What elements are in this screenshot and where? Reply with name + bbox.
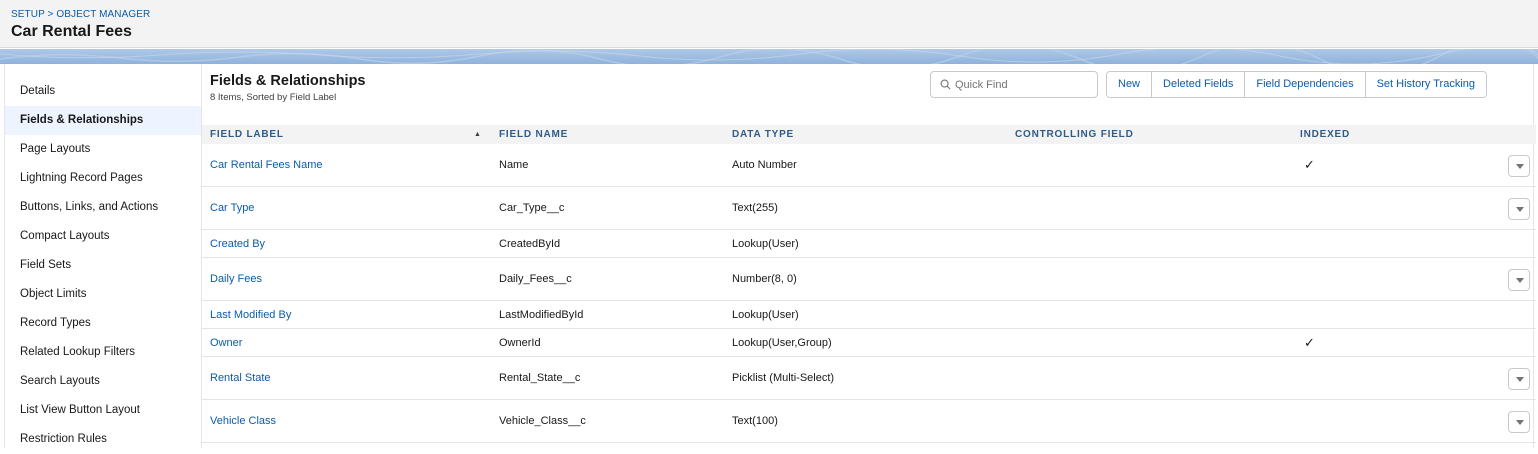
field-data-type: Text(100) (732, 415, 778, 427)
page-title: Car Rental Fees (11, 23, 132, 40)
chevron-down-icon (1516, 206, 1524, 212)
quick-find-search[interactable] (930, 71, 1098, 98)
chevron-down-icon (1516, 277, 1524, 283)
table-row: Car Type Car_Type__c Text(255) (202, 187, 1536, 230)
sidebar-item-fields-relationships[interactable]: Fields & Relationships (5, 106, 201, 135)
field-api-name: OwnerId (499, 336, 541, 349)
sidebar-item-buttons-links-and-actions[interactable]: Buttons, Links, and Actions (5, 193, 201, 222)
field-label-link[interactable]: Created By (210, 230, 265, 257)
sidebar-item-related-lookup-filters[interactable]: Related Lookup Filters (5, 338, 201, 367)
field-label-link[interactable]: Car Rental Fees Name (210, 144, 323, 186)
deleted-fields-button[interactable]: Deleted Fields (1152, 72, 1246, 97)
sidebar-item-page-layouts[interactable]: Page Layouts (5, 135, 201, 164)
field-api-name: Rental_State__c (499, 372, 581, 384)
action-button-group: New Deleted Fields Field Dependencies Set H… (1106, 71, 1487, 98)
column-header-field-label[interactable]: FIELD LABEL (210, 125, 284, 144)
field-data-type: Auto Number (732, 159, 797, 171)
row-actions-button[interactable] (1508, 268, 1530, 291)
table-row: Rental State Rental_State__c Picklist (Mul… (202, 357, 1536, 400)
section-subtitle: 8 Items, Sorted by Field Label (210, 92, 337, 103)
section-title: Fields & Relationships (210, 73, 366, 89)
row-actions-button[interactable] (1508, 154, 1530, 177)
new-button[interactable]: New (1107, 72, 1153, 97)
table-row: Vehicle Class Vehicle_Class__c Text(100) (202, 400, 1536, 443)
field-api-name: CreatedById (499, 237, 561, 250)
sidebar-item-object-limits[interactable]: Object Limits (5, 280, 201, 309)
field-api-name: Car_Type__c (499, 202, 565, 214)
field-label-link[interactable]: Owner (210, 329, 242, 356)
decorative-banner (0, 49, 1538, 64)
row-actions-button[interactable] (1508, 367, 1530, 390)
search-icon (940, 79, 951, 90)
field-data-type: Lookup(User) (732, 237, 799, 250)
table-row: Last Modified By LastModifiedById Lookup(U… (202, 301, 1536, 329)
field-label-link[interactable]: Rental State (210, 357, 271, 399)
field-dependencies-button[interactable]: Field Dependencies (1245, 72, 1366, 97)
field-label-link[interactable]: Car Type (210, 187, 254, 229)
set-history-tracking-button[interactable]: Set History Tracking (1365, 72, 1486, 97)
indexed-check-icon: ✓ (1304, 334, 1315, 350)
table-header: FIELD LABEL ▲ FIELD NAME DATA TYPE CONTR… (202, 125, 1536, 144)
field-label-link[interactable]: Daily Fees (210, 258, 262, 300)
field-data-type: Lookup(User,Group) (732, 336, 832, 349)
column-header-data-type[interactable]: DATA TYPE (732, 125, 794, 144)
fields-panel: Fields & Relationships 8 Items, Sorted b… (201, 64, 1536, 448)
table-row: Created By CreatedById Lookup(User) (202, 230, 1536, 258)
table-row: Daily Fees Daily_Fees__c Number(8, 0) (202, 258, 1536, 301)
breadcrumb[interactable]: SETUP > OBJECT MANAGER (11, 9, 1527, 20)
column-header-controlling-field[interactable]: CONTROLLING FIELD (1015, 125, 1134, 144)
sidebar-item-restriction-rules[interactable]: Restriction Rules (5, 425, 201, 454)
sidebar-item-lightning-record-pages[interactable]: Lightning Record Pages (5, 164, 201, 193)
table-row: Car Rental Fees Name Name Auto Number ✓ (202, 144, 1536, 187)
row-actions-button[interactable] (1508, 410, 1530, 433)
sidebar-nav: Details Fields & Relationships Page Layout… (5, 77, 201, 454)
sidebar-item-compact-layouts[interactable]: Compact Layouts (5, 222, 201, 251)
sidebar-item-search-layouts[interactable]: Search Layouts (5, 367, 201, 396)
field-api-name: Daily_Fees__c (499, 273, 572, 285)
table-row: Owner OwnerId Lookup(User,Group) ✓ (202, 329, 1536, 357)
field-data-type: Number(8, 0) (732, 273, 797, 285)
sidebar-item-details[interactable]: Details (5, 77, 201, 106)
quick-find-input[interactable] (955, 76, 1093, 94)
sidebar-item-record-types[interactable]: Record Types (5, 309, 201, 338)
sort-ascending-icon[interactable]: ▲ (474, 125, 481, 144)
field-label-link[interactable]: Last Modified By (210, 301, 291, 328)
field-api-name: Vehicle_Class__c (499, 415, 586, 427)
chevron-down-icon (1516, 419, 1524, 425)
field-data-type: Text(255) (732, 202, 778, 214)
column-header-indexed[interactable]: INDEXED (1300, 125, 1350, 144)
field-api-name: LastModifiedById (499, 308, 584, 321)
field-api-name: Name (499, 159, 529, 171)
object-manager-card: Details Fields & Relationships Page Layout… (4, 64, 1536, 448)
chevron-down-icon (1516, 376, 1524, 382)
sidebar-item-list-view-button-layout[interactable]: List View Button Layout (5, 396, 201, 425)
page-header: SETUP > OBJECT MANAGER Car Rental Fees (0, 0, 1538, 48)
chevron-down-icon (1516, 163, 1524, 169)
field-data-type: Lookup(User) (732, 308, 799, 321)
field-label-link[interactable]: Vehicle Class (210, 400, 276, 442)
sidebar-item-field-sets[interactable]: Field Sets (5, 251, 201, 280)
row-actions-button[interactable] (1508, 197, 1530, 220)
column-header-field-name[interactable]: FIELD NAME (499, 125, 568, 144)
indexed-check-icon: ✓ (1304, 157, 1315, 172)
field-data-type: Picklist (Multi-Select) (732, 372, 835, 384)
